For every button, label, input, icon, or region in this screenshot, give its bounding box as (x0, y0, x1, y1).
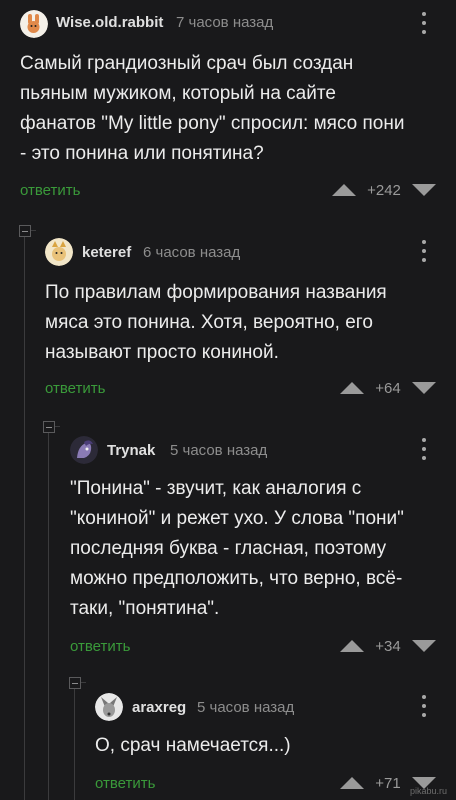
comment-text: Самый грандиозный срач был создан пьяным… (20, 49, 440, 169)
comment-text-line: последняя буква - гласная, поэтому (70, 538, 387, 559)
comment-author[interactable]: keteref (82, 244, 131, 261)
rating-count: +34 (375, 638, 401, 655)
rabbit-avatar-icon[interactable] (20, 10, 48, 38)
comment-author[interactable]: Trynak (107, 442, 155, 459)
comment-text-line: мяса это понина. Хотя, вероятно, его (45, 312, 373, 333)
reply-button[interactable]: ответить (95, 775, 155, 792)
more-options-icon[interactable] (418, 695, 430, 717)
collapse-toggle-level2[interactable] (43, 421, 55, 433)
comment-time: 6 часов назад (143, 244, 241, 261)
comment-text: О, срач намечается...) (95, 731, 445, 761)
watermark: pikabu.ru (410, 786, 448, 796)
comment-text-line: - это понина или понятина? (20, 143, 264, 164)
comment-author[interactable]: araxreg (132, 699, 186, 716)
dog-avatar-icon[interactable] (95, 693, 123, 721)
comment-text: По правилам формирования названия мяса э… (45, 278, 445, 368)
rating-count: +71 (375, 775, 401, 792)
comment-text-line: "Понина" - звучит, как аналогия с (70, 478, 362, 499)
more-options-icon[interactable] (418, 12, 430, 34)
upvote-icon[interactable] (340, 777, 364, 789)
reply-button[interactable]: ответить (45, 380, 105, 397)
upvote-icon[interactable] (332, 184, 356, 196)
cat-avatar-icon[interactable] (45, 238, 73, 266)
comment-text-line: фанатов "My little pony" спросил: мясо п… (20, 113, 405, 134)
comment-text-line: "кониной" и режет ухо. У слова "пони" (70, 508, 404, 529)
downvote-icon[interactable] (412, 382, 436, 394)
comment-text: "Понина" - звучит, как аналогия с "конин… (70, 474, 448, 624)
collapse-toggle-level1[interactable] (19, 225, 31, 237)
thread-line-level2 (48, 426, 49, 800)
downvote-icon[interactable] (412, 640, 436, 652)
comment-text-line: можно предположить, что верно, всё- (70, 568, 403, 589)
reply-button[interactable]: ответить (70, 638, 130, 655)
upvote-icon[interactable] (340, 640, 364, 652)
reply-button[interactable]: ответить (20, 182, 80, 199)
comment-text-line: пьяным мужиком, который на сайте (20, 83, 336, 104)
more-options-icon[interactable] (418, 438, 430, 460)
collapse-toggle-level3[interactable] (69, 677, 81, 689)
comment-text-line: О, срач намечается...) (95, 735, 291, 756)
thread-line-level3 (74, 682, 75, 800)
comment-text-line: По правилам формирования названия (45, 282, 387, 303)
pony-avatar-icon[interactable] (70, 436, 98, 464)
downvote-icon[interactable] (412, 184, 436, 196)
comment-text-line: Самый грандиозный срач был создан (20, 53, 354, 74)
comment-author[interactable]: Wise.old.rabbit (56, 14, 163, 31)
rating-count: +64 (375, 380, 401, 397)
comment-time: 5 часов назад (170, 442, 268, 459)
more-options-icon[interactable] (418, 240, 430, 262)
comment-time: 5 часов назад (197, 699, 295, 716)
thread-line-level1 (24, 230, 25, 800)
rating-count: +242 (367, 182, 401, 199)
comment-text-line: называют просто кониной. (45, 342, 279, 363)
upvote-icon[interactable] (340, 382, 364, 394)
comment-time: 7 часов назад (176, 14, 274, 31)
comment-text-line: таки, "понятина". (70, 598, 220, 619)
